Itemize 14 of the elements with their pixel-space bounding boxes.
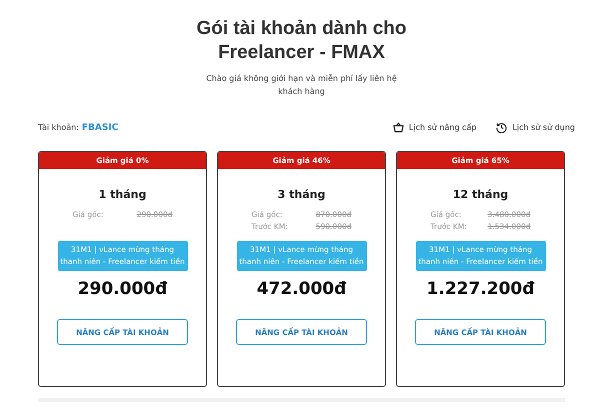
plan-duration: 3 tháng xyxy=(278,188,326,201)
history-clock-icon xyxy=(496,122,508,133)
page-title: Gói tài khoản dành cho Freelancer - FMAX xyxy=(195,17,408,65)
basket-icon xyxy=(392,122,404,133)
plan-price: 290.000đ xyxy=(78,279,168,299)
plan-duration: 12 tháng xyxy=(452,188,508,201)
plan-price: 1.227.200đ xyxy=(426,279,534,299)
history-link[interactable]: Lịch sử sử dụng xyxy=(496,122,575,133)
account-label: Tài khoản: xyxy=(38,122,79,132)
plan-duration: 1 tháng xyxy=(98,188,146,201)
plan-price: 472.000đ xyxy=(256,279,346,299)
history-link[interactable]: Lịch sử nâng cấp xyxy=(392,122,476,133)
page-subtitle: Chào giá không giới hạn và miễn phí lấy liên hệ khách hàng xyxy=(205,73,398,98)
account-plan: FBASIC xyxy=(82,122,118,132)
